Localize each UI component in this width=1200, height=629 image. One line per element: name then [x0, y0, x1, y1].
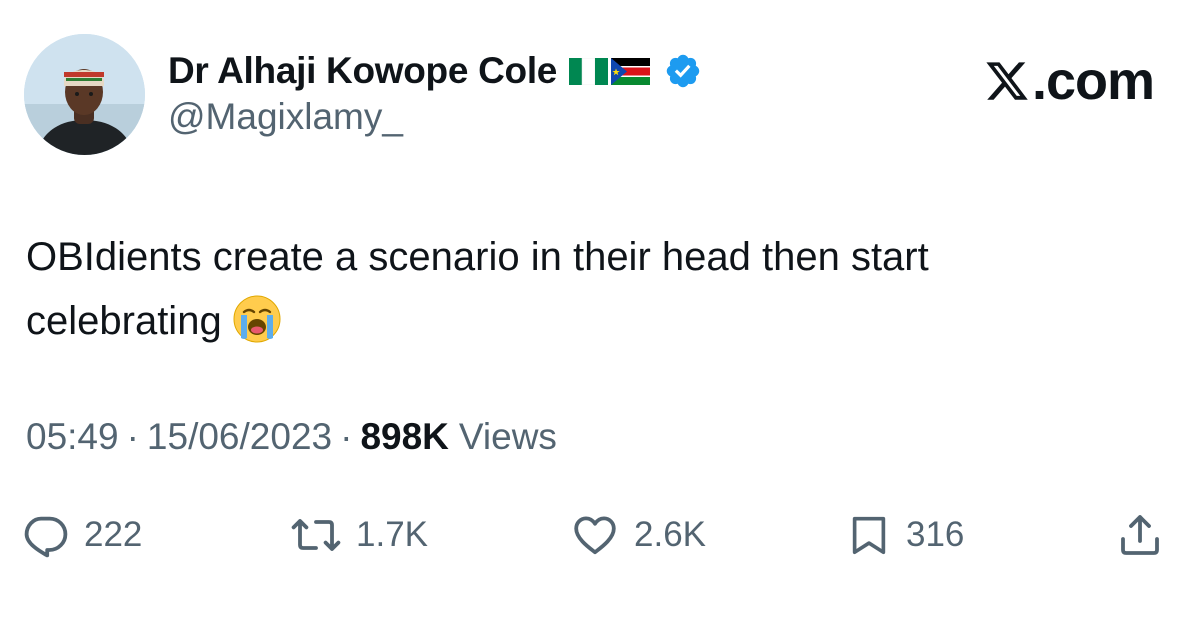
reply-count: 222 [84, 515, 143, 554]
reply-button[interactable]: 222 [22, 505, 142, 565]
author-flags [569, 57, 651, 85]
like-button[interactable]: 2.6K [570, 505, 706, 565]
reply-icon [24, 516, 68, 558]
repost-icon [291, 519, 341, 551]
tweet-text-line-1: OBIdients create a scenario in their hea… [26, 235, 929, 279]
meta-separator: · [340, 416, 353, 457]
author-handle[interactable]: @Magixlamy_ [168, 96, 403, 138]
brand-watermark: .com [984, 50, 1155, 112]
share-button[interactable] [1116, 505, 1164, 565]
bookmark-button[interactable]: 316 [846, 505, 964, 565]
nigeria-flag-icon [569, 57, 609, 85]
tweet-actions: 222 1.7K 2.6K 316 [0, 505, 1200, 565]
avatar[interactable] [24, 34, 145, 155]
bookmark-icon [852, 516, 886, 555]
repost-button[interactable]: 1.7K [290, 505, 428, 565]
tweet-card: Dr Alhaji Kowope Cole @Magixlamy_ .com O… [0, 0, 1200, 629]
bookmark-count: 316 [906, 515, 965, 554]
tweet-text: OBIdients create a scenario in their hea… [26, 225, 1166, 353]
tweet-text-line-2: celebrating [26, 289, 1166, 353]
tweet-date[interactable]: 15/06/2023 [147, 416, 332, 458]
views-label[interactable]: Views [459, 416, 557, 458]
views-count[interactable]: 898K [360, 416, 448, 458]
verified-badge-icon[interactable] [664, 52, 702, 90]
share-icon [1121, 515, 1159, 555]
south-sudan-flag-icon [611, 57, 651, 85]
meta-separator: · [126, 416, 139, 457]
tweet-meta: 05:49 · 15/06/2023 · 898K Views [26, 416, 557, 458]
tweet-time[interactable]: 05:49 [26, 416, 119, 458]
like-count: 2.6K [634, 515, 706, 554]
author-display-name[interactable]: Dr Alhaji Kowope Cole [168, 50, 557, 92]
author-name-row: Dr Alhaji Kowope Cole [168, 46, 702, 96]
brand-suffix: .com [1031, 51, 1155, 111]
loudly-crying-face-icon [233, 295, 281, 343]
tweet-text-line-2-text: celebrating [26, 299, 222, 343]
repost-count: 1.7K [356, 515, 428, 554]
x-logo-icon [986, 62, 1028, 100]
heart-icon [574, 516, 616, 555]
avatar-image [24, 34, 145, 155]
